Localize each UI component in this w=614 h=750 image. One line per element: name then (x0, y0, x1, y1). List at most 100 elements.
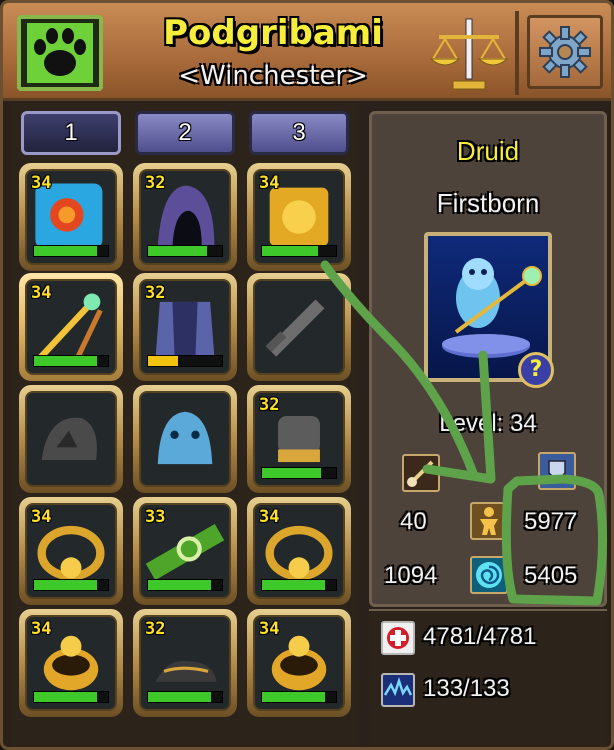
equipment-slot[interactable]: 34 (19, 497, 123, 605)
tab-2[interactable]: 2 (135, 111, 235, 155)
durability-fill (262, 580, 325, 590)
tab-3[interactable]: 3 (249, 111, 349, 155)
class-label: Druid (456, 136, 520, 166)
race-label: Firstborn (436, 188, 540, 218)
equipment-slot[interactable]: 34 (247, 163, 351, 271)
header-bar: Podgribami <Winchester> (3, 3, 611, 101)
equipment-slot-frame: 34 (25, 279, 117, 375)
equipment-slot[interactable]: 34 (19, 273, 123, 381)
item-level: 34 (259, 173, 280, 193)
equipment-slot-frame: 34 (253, 503, 345, 599)
item-level: 34 (259, 507, 280, 527)
player-name: Podgribami (163, 13, 383, 53)
stat-left-bottom: 1094 (384, 562, 438, 589)
item-level: 34 (259, 619, 280, 639)
mana-wave-icon (381, 673, 415, 707)
durability-bar (33, 691, 109, 703)
help-icon[interactable]: ? (518, 352, 554, 388)
level-label: Level: 34 (439, 410, 537, 437)
item-level: 34 (31, 507, 52, 527)
durability-fill (34, 356, 97, 366)
equipment-slot-frame: 33 (139, 503, 231, 599)
durability-bar (261, 467, 337, 479)
character-info-panel: Druid Firstborn ? Level: 34 40 5977 1094… (369, 111, 607, 607)
durability-bar (147, 691, 223, 703)
durability-fill (34, 580, 97, 590)
equipment-slot[interactable]: 34 (247, 497, 351, 605)
equipment-slot[interactable]: 33 (133, 497, 237, 605)
equipment-slot-frame: 34 (253, 615, 345, 711)
item-level: 34 (31, 283, 52, 303)
durability-bar (147, 245, 223, 257)
stat-right-top: 5977 (524, 508, 578, 535)
equipment-slot-frame (253, 279, 345, 375)
durability-bar (147, 579, 223, 591)
item-level: 34 (31, 173, 52, 193)
spiral-icon[interactable] (470, 556, 508, 594)
equipment-slot[interactable] (19, 385, 123, 493)
equipment-slot[interactable]: 34 (247, 609, 351, 717)
health-value: 4781/4781 (423, 623, 537, 650)
shield-icon[interactable] (538, 452, 576, 490)
durability-fill (148, 356, 178, 366)
header-divider (515, 11, 519, 95)
item-level: 32 (145, 619, 166, 639)
durability-fill (34, 692, 97, 702)
scales-icon[interactable] (429, 13, 509, 93)
guild-name[interactable]: <Winchester> (123, 61, 423, 91)
durability-fill (34, 246, 97, 256)
resources-panel: 4781/4781 133/133 (369, 609, 607, 747)
durability-fill (262, 468, 322, 478)
equipment-slot[interactable]: 34 (19, 609, 123, 717)
equipment-slot[interactable]: 32 (247, 385, 351, 493)
durability-bar (33, 355, 109, 367)
equipment-slot-frame: 32 (139, 615, 231, 711)
durability-fill (148, 692, 211, 702)
equipment-slot[interactable]: 34 (19, 163, 123, 271)
equipment-panel: 1 2 3 34 32 34 34 32 32 34 33 34 34 32 34 (11, 103, 359, 747)
sword-hand-icon[interactable] (402, 454, 440, 492)
durability-fill (262, 692, 325, 702)
stat-left-top: 40 (400, 508, 427, 535)
durability-bar (33, 579, 109, 591)
item-level: 33 (145, 507, 166, 527)
empty-helm-slot-icon (27, 393, 115, 485)
tab-1[interactable]: 1 (21, 111, 121, 155)
mana-value: 133/133 (423, 675, 510, 702)
paw-icon[interactable] (17, 15, 103, 91)
equipment-slot[interactable]: 32 (133, 273, 237, 381)
durability-bar (261, 579, 337, 591)
gear-icon (539, 26, 591, 78)
durability-fill (148, 246, 208, 256)
equipment-slot-frame: 34 (25, 169, 117, 265)
equipment-slot-frame: 34 (25, 503, 117, 599)
equipment-slot[interactable] (133, 385, 237, 493)
equipment-slot-frame: 32 (139, 169, 231, 265)
health-cross-icon (381, 621, 415, 655)
durability-bar (33, 245, 109, 257)
empty-sword-slot-icon (255, 281, 343, 373)
equipment-slot-frame: 32 (253, 391, 345, 487)
character-window: Podgribami <Winchester> 1 2 3 34 32 34 3… (0, 0, 614, 750)
item-level: 32 (145, 283, 166, 303)
equipment-slot-frame: 32 (139, 279, 231, 375)
item-level: 32 (145, 173, 166, 193)
equipment-slot[interactable] (247, 273, 351, 381)
durability-bar (261, 691, 337, 703)
durability-fill (148, 580, 211, 590)
durability-bar (261, 245, 337, 257)
body-icon[interactable] (470, 502, 508, 540)
item-level: 34 (31, 619, 52, 639)
equipment-slot-frame: 34 (25, 615, 117, 711)
equipment-slot[interactable]: 32 (133, 163, 237, 271)
equipment-slot-frame: 34 (253, 169, 345, 265)
settings-button[interactable] (527, 15, 603, 89)
equipment-slot-frame (139, 391, 231, 487)
stat-right-bottom: 5405 (524, 562, 578, 589)
equipment-slot[interactable]: 32 (133, 609, 237, 717)
durability-fill (262, 246, 318, 256)
durability-bar (147, 355, 223, 367)
empty-pet-slot-icon (141, 393, 229, 485)
equipment-slot-frame (25, 391, 117, 487)
item-level: 32 (259, 395, 280, 415)
